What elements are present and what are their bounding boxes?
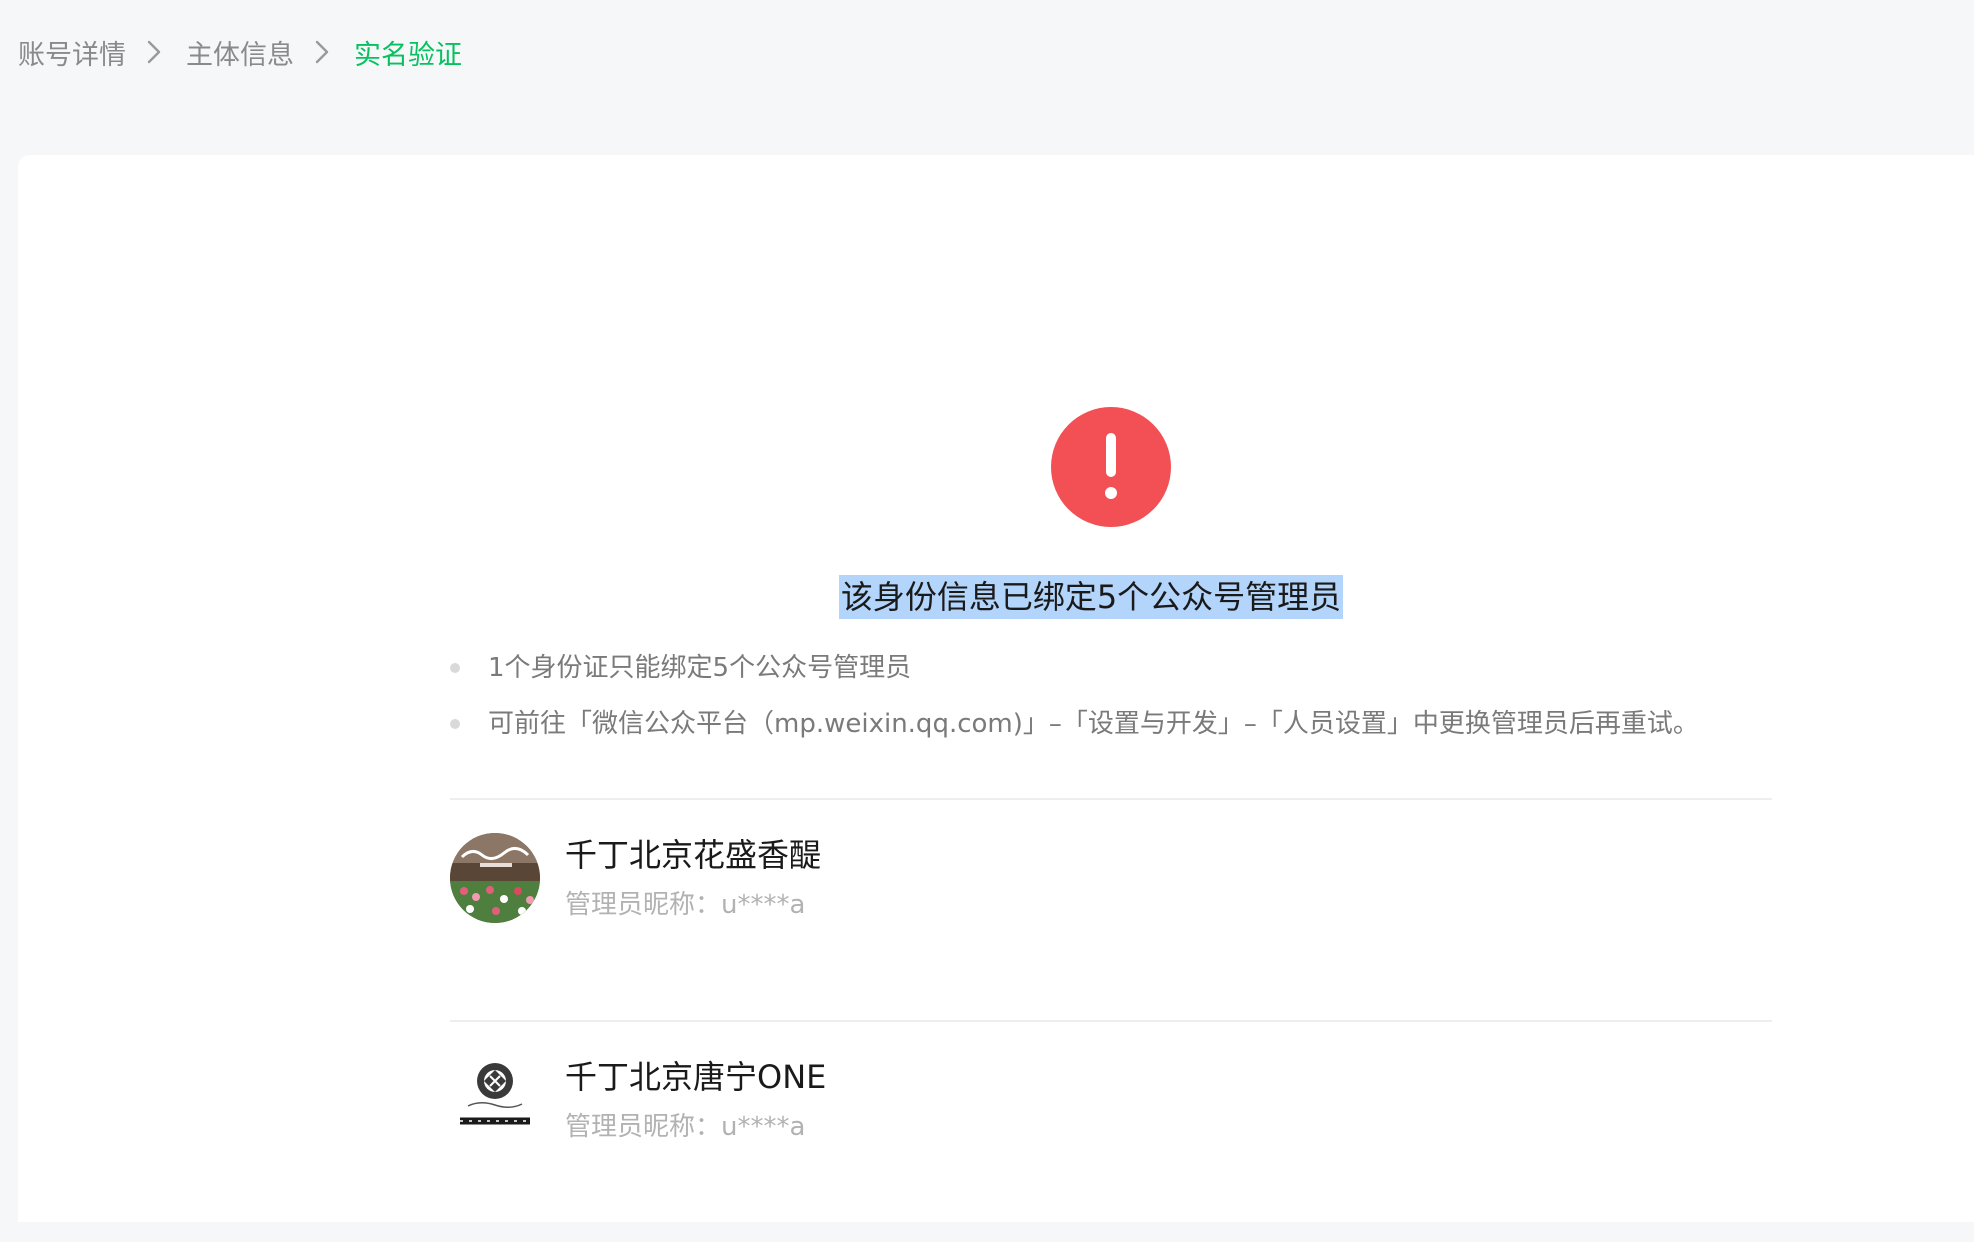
tip-text: 可前往「微信公众平台（mp.weixin.qq.com)」–「设置与开发」–「人… (488, 709, 1699, 739)
tip-item: 可前往「微信公众平台（mp.weixin.qq.com)」–「设置与开发」–「人… (450, 696, 1699, 752)
content-card: 该身份信息已绑定5个公众号管理员 1个身份证只能绑定5个公众号管理员 可前往「微… (18, 155, 1974, 1222)
tip-text: 1个身份证只能绑定5个公众号管理员 (488, 653, 912, 683)
tip-item: 1个身份证只能绑定5个公众号管理员 (450, 640, 1699, 696)
breadcrumb-entity-info[interactable]: 主体信息 (186, 33, 294, 72)
account-item: 千丁北京花盛香醍 管理员昵称：u****a (450, 798, 1772, 1020)
breadcrumb: 账号详情 主体信息 实名验证 (18, 30, 462, 74)
status-headline: 该身份信息已绑定5个公众号管理员 (838, 575, 1344, 619)
account-name: 千丁北京唐宁ONE (565, 1058, 827, 1096)
admin-nickname: 管理员昵称：u****a (565, 1112, 806, 1142)
breadcrumb-account-details[interactable]: 账号详情 (18, 33, 126, 72)
account-avatar-photo (450, 833, 540, 923)
bullet-icon (450, 663, 460, 673)
headline-row: 该身份信息已绑定5个公众号管理员 (18, 575, 1974, 619)
breadcrumb-real-name-verification: 实名验证 (354, 39, 462, 71)
bound-accounts-list: 千丁北京花盛香醍 管理员昵称：u****a 千丁北京唐宁ONE 管理员昵称：u* (450, 798, 1772, 1242)
chevron-right-icon (139, 30, 173, 74)
account-avatar-logo (450, 1055, 540, 1145)
bullet-icon (450, 719, 460, 729)
tips-list: 1个身份证只能绑定5个公众号管理员 可前往「微信公众平台（mp.weixin.q… (450, 640, 1699, 752)
account-item: 千丁北京唐宁ONE 管理员昵称：u****a (450, 1020, 1772, 1242)
admin-nickname: 管理员昵称：u****a (565, 890, 806, 920)
exclamation-icon (1051, 407, 1171, 527)
chevron-right-icon (307, 30, 341, 74)
account-name: 千丁北京花盛香醍 (565, 836, 822, 874)
